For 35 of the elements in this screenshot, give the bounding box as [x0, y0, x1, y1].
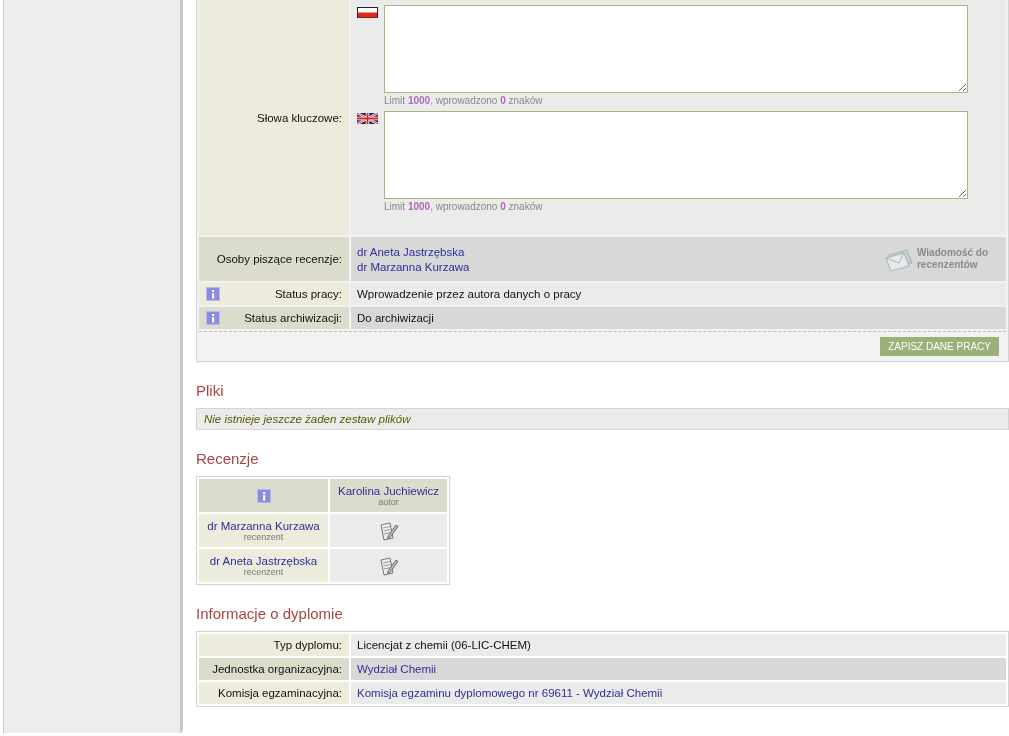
- field-label: Status pracy:: [274, 288, 342, 300]
- field-label: Osoby piszące recenzje:: [199, 237, 349, 281]
- reviewer-link[interactable]: dr Aneta Jastrzębska: [209, 554, 318, 567]
- info-icon[interactable]: [206, 287, 220, 301]
- section-heading: Pliki: [196, 382, 225, 399]
- section-heading: Recenzje: [196, 450, 260, 467]
- info-icon[interactable]: [256, 488, 271, 503]
- review-edit-icon[interactable]: [378, 555, 399, 576]
- uk-flag-icon: [357, 113, 378, 124]
- field-value: Wprowadzenie przez autora danych o pracy: [351, 283, 1006, 305]
- field-value: Licencjat z chemii (06-LIC-CHEM): [357, 639, 531, 651]
- author-link[interactable]: Karolina Juchiewicz: [338, 484, 439, 497]
- reviewer-link[interactable]: dr Aneta Jastrzębska: [357, 245, 470, 258]
- info-icon[interactable]: [206, 311, 220, 325]
- field-label: Status archiwizacji:: [244, 312, 342, 324]
- envelope-icon: [884, 247, 915, 271]
- role-label: autor: [378, 496, 399, 507]
- character-counter: Limit 1000, wprowadzono 0 znaków: [384, 95, 544, 106]
- field-label: Jednostka organizacyjna:: [199, 658, 349, 680]
- reviewer-link[interactable]: dr Marzanna Kurzawa: [207, 519, 320, 532]
- field-label: Typ dyplomu:: [199, 634, 349, 656]
- character-counter: Limit 1000, wprowadzono 0 znaków: [384, 201, 544, 212]
- section-heading: Informacje o dyplomie: [196, 605, 344, 622]
- field-label: Komisja egzaminacyjna:: [199, 682, 349, 704]
- poland-flag-icon: [357, 7, 378, 18]
- keywords-textarea[interactable]: [384, 111, 968, 199]
- review-edit-icon[interactable]: [378, 520, 399, 541]
- role-label: recenzent: [243, 531, 284, 542]
- field-link[interactable]: Wydział Chemii: [357, 663, 437, 675]
- field-label: Słowa kluczowe:: [199, 0, 349, 235]
- keywords-textarea[interactable]: [384, 5, 968, 93]
- empty-message: Nie istnieje jeszcze żaden zestaw plików: [196, 408, 1009, 430]
- field-value: Do archiwizacji: [351, 307, 1006, 329]
- reviewer-link[interactable]: dr Marzanna Kurzawa: [357, 260, 470, 273]
- role-label: recenzent: [243, 566, 284, 577]
